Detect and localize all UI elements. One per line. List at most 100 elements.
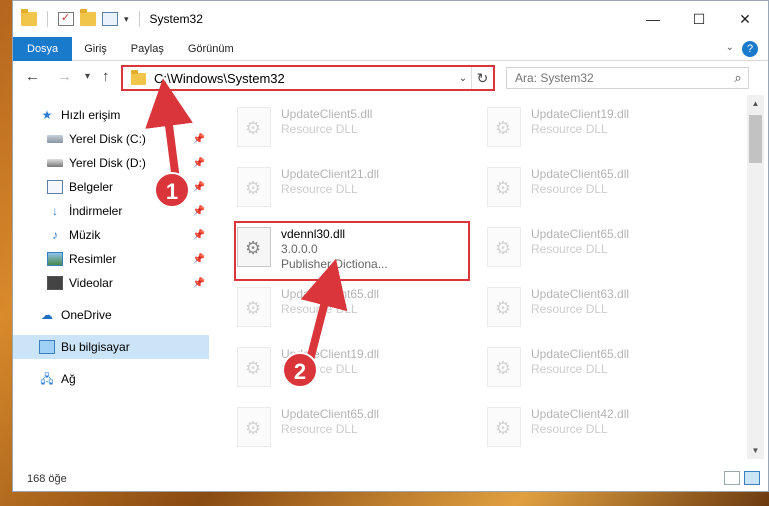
view-switcher (724, 471, 760, 485)
file-name: UpdateClient65.dll (531, 227, 630, 241)
file-description: Resource DLL (531, 122, 608, 136)
sidebar-item-local-disk-c[interactable]: Yerel Disk (C:) 📌 (13, 127, 209, 151)
sidebar-item-label: Yerel Disk (D:) (69, 156, 146, 170)
list-item[interactable]: UpdateClient65.dllResource DLL (483, 341, 713, 399)
search-box[interactable]: ⌕ (506, 67, 749, 89)
list-item[interactable]: UpdateClient65.dllResource DLL (483, 161, 713, 219)
dll-file-icon (237, 167, 271, 207)
file-description: Resource DLL (531, 362, 608, 376)
back-arrow-icon[interactable]: ← (25, 68, 40, 85)
maximize-button[interactable]: ☐ (676, 1, 722, 37)
minimize-button[interactable]: — (630, 1, 676, 37)
computer-icon (39, 340, 55, 354)
documents-icon (47, 180, 63, 194)
sidebar-item-onedrive[interactable]: ☁ OneDrive (13, 303, 209, 327)
pin-icon: 📌 (192, 181, 205, 193)
sidebar-item-quick-access[interactable]: ★ Hızlı erişim (13, 103, 209, 127)
dll-file-icon (487, 407, 521, 447)
drive-icon (47, 159, 63, 167)
scroll-up-icon[interactable]: ▲ (747, 95, 764, 112)
file-description: Resource DLL (281, 302, 358, 316)
file-description: Resource DLL (531, 182, 608, 196)
tab-home[interactable]: Giriş (72, 37, 119, 61)
file-name: UpdateClient65.dll (531, 347, 630, 361)
list-item[interactable]: UpdateClient21.dllResource DLL (233, 161, 463, 219)
file-name: UpdateClient63.dll (531, 287, 630, 301)
list-item[interactable]: UpdateClient19.dllResource DLL (233, 341, 463, 399)
sidebar-item-label: Resimler (69, 252, 117, 266)
sidebar-item-network[interactable]: 🖧 Ağ (13, 367, 209, 391)
sidebar-item-videos[interactable]: Videolar 📌 (13, 271, 209, 295)
title-bar: ▾ System32 — ☐ ✕ (13, 1, 768, 37)
pin-icon: 📌 (192, 253, 205, 265)
list-item[interactable]: UpdateClient63.dllResource DLL (483, 281, 713, 339)
star-icon: ★ (41, 108, 53, 122)
chevron-down-icon[interactable]: ⌄ (455, 73, 471, 84)
navigation-bar: ← → ▾ ↑ C:\Windows\System32 ⌄ ↻ ⌕ (13, 62, 768, 94)
tab-file[interactable]: Dosya (13, 36, 73, 61)
view-options-icon[interactable] (102, 12, 118, 26)
drive-icon (47, 135, 63, 143)
sidebar-item-label: Yerel Disk (C:) (69, 132, 146, 146)
forward-arrow-icon[interactable]: → (57, 68, 72, 85)
dll-file-icon (487, 227, 521, 267)
quick-access-toolbar: ▾ System32 (21, 9, 203, 27)
sidebar-item-label: OneDrive (61, 308, 112, 322)
sidebar-item-pictures[interactable]: Resimler 📌 (13, 247, 209, 271)
address-path[interactable]: C:\Windows\System32 (154, 71, 455, 86)
file-name: UpdateClient65.dll (281, 407, 380, 421)
file-description: Resource DLL (531, 242, 608, 256)
dll-file-icon (487, 287, 521, 327)
dll-file-icon (237, 347, 271, 387)
recent-locations-icon[interactable]: ▾ (85, 71, 90, 82)
file-description: Resource DLL (281, 182, 358, 196)
list-item[interactable]: UpdateClient19.dllResource DLL (483, 101, 713, 159)
up-arrow-icon[interactable]: ↑ (102, 68, 110, 85)
list-item[interactable]: UpdateClient42.dllResource DLL (483, 401, 713, 459)
large-icons-view-icon[interactable] (744, 471, 760, 485)
scroll-down-icon[interactable]: ▼ (747, 442, 764, 459)
tab-share[interactable]: Paylaş (119, 37, 176, 61)
help-icon[interactable]: ? (742, 41, 758, 57)
list-item[interactable]: UpdateClient65.dllResource DLL (233, 401, 463, 459)
list-item[interactable]: UpdateClient65.dllResource DLL (233, 281, 463, 339)
pin-icon: 📌 (192, 133, 205, 145)
properties-check-icon[interactable] (58, 11, 74, 26)
close-button[interactable]: ✕ (722, 1, 768, 37)
file-name: UpdateClient65.dll (281, 287, 380, 301)
expand-ribbon-icon[interactable]: ⌄ (726, 42, 734, 53)
cloud-icon: ☁ (41, 308, 53, 322)
file-name: UpdateClient65.dll (531, 167, 630, 181)
file-name: UpdateClient5.dll (281, 107, 373, 121)
dll-file-icon (237, 107, 271, 147)
list-item[interactable]: UpdateClient65.dllResource DLL (483, 221, 713, 279)
scrollbar-thumb[interactable] (749, 115, 762, 163)
sidebar-item-local-disk-d[interactable]: Yerel Disk (D:) 📌 (13, 151, 209, 175)
search-icon[interactable]: ⌕ (728, 70, 748, 86)
divider (47, 11, 48, 27)
folder-icon (21, 9, 37, 26)
music-icon: ♪ (52, 228, 58, 242)
file-description: Resource DLL (531, 302, 608, 316)
dll-file-icon (237, 287, 271, 327)
sidebar-item-label: Bu bilgisayar (61, 340, 130, 354)
step-2-badge: 2 (282, 352, 318, 388)
refresh-icon[interactable]: ↻ (471, 67, 493, 89)
window-controls: — ☐ ✕ (630, 1, 768, 37)
customize-toolbar-icon[interactable]: ▾ (124, 14, 129, 25)
ribbon-tabs: Dosya Giriş Paylaş Görünüm ⌄ ? (13, 36, 768, 61)
sidebar-item-label: Belgeler (69, 180, 114, 194)
tab-view[interactable]: Görünüm (176, 37, 246, 61)
pin-icon: 📌 (192, 277, 205, 289)
step-1-badge: 1 (154, 172, 190, 208)
divider (138, 11, 140, 27)
new-folder-icon[interactable] (80, 9, 96, 26)
details-view-icon[interactable] (724, 471, 740, 485)
list-item[interactable]: UpdateClient5.dllResource DLL (233, 101, 463, 159)
file-description: Resource DLL (281, 422, 358, 436)
search-input[interactable] (507, 71, 728, 85)
sidebar-item-this-pc[interactable]: Bu bilgisayar (13, 335, 209, 359)
vertical-scrollbar[interactable]: ▲ ▼ (747, 95, 764, 459)
sidebar-item-music[interactable]: ♪ Müzik 📌 (13, 223, 209, 247)
address-bar[interactable]: C:\Windows\System32 ⌄ ↻ (121, 65, 495, 91)
